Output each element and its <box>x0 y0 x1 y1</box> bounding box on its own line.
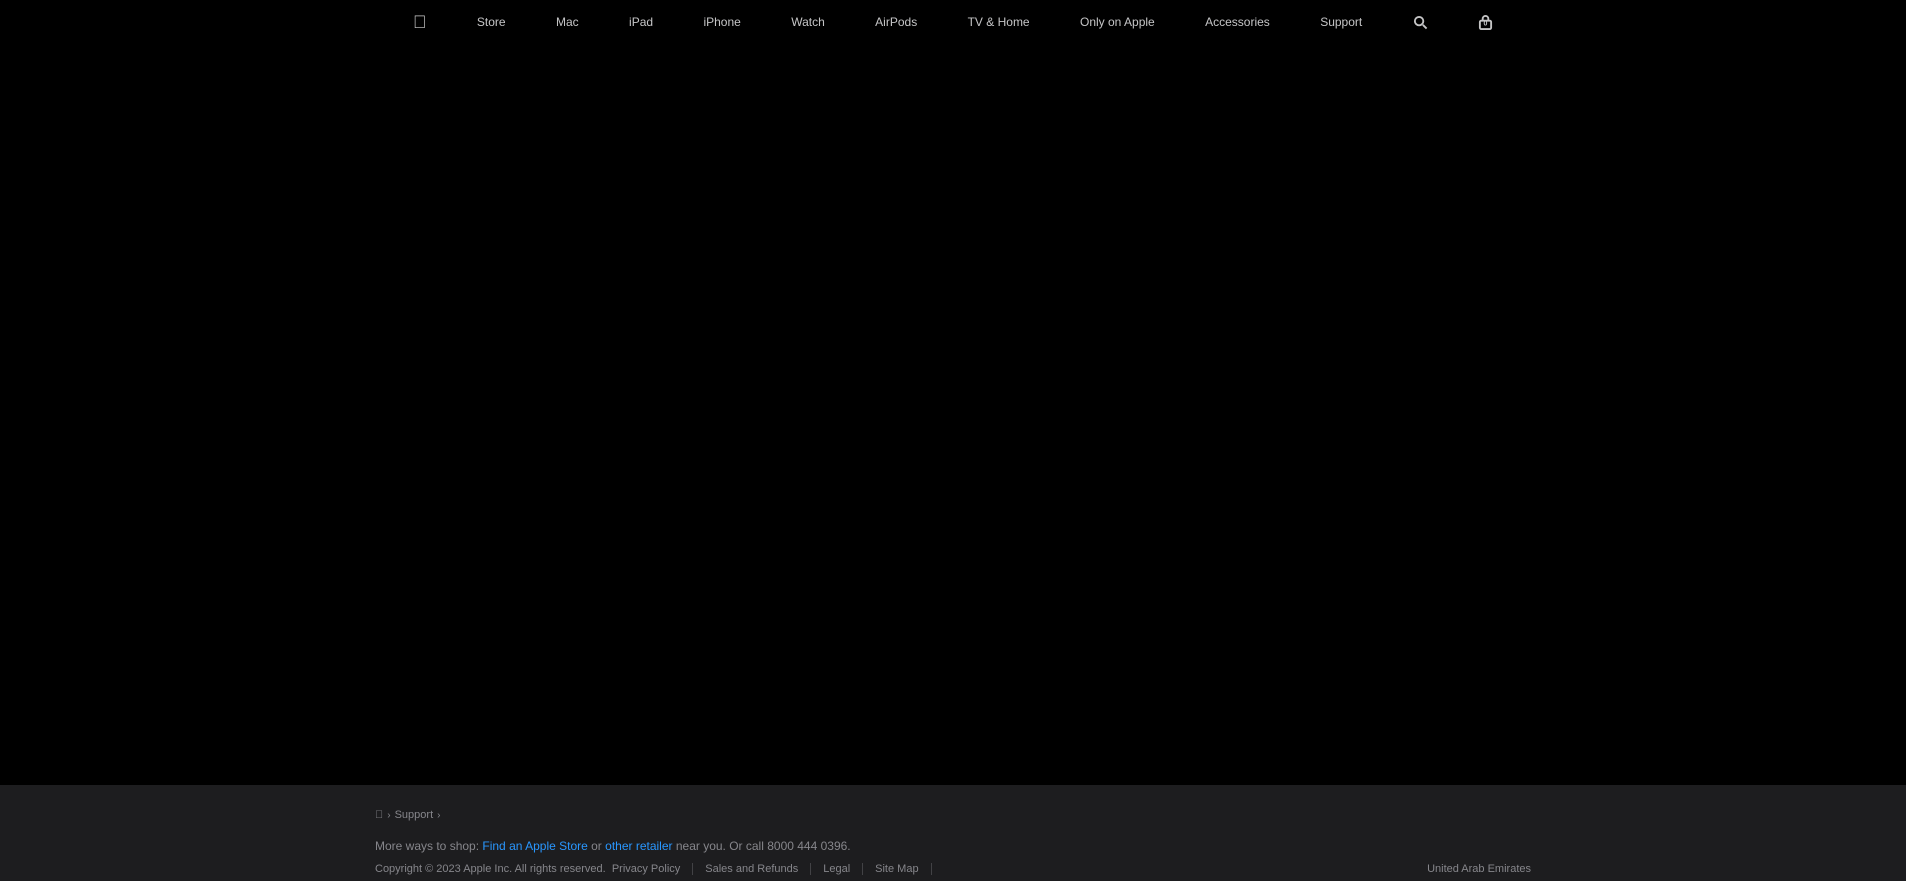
copyright-text: Copyright © 2023 Apple Inc. All rights r… <box>375 863 606 875</box>
find-apple-store-link[interactable]: Find an Apple Store <box>482 839 587 853</box>
nav-item-only-on-apple[interactable]: Only on Apple <box>1070 0 1165 44</box>
breadcrumb-home[interactable]:  <box>375 809 383 821</box>
main-content <box>0 44 1906 785</box>
nav-item-airpods[interactable]: AirPods <box>865 0 927 44</box>
nav-item-ipad[interactable]: iPad <box>619 0 663 44</box>
near-you-text: near you. Or call 8000 444 0396. <box>673 839 851 853</box>
breadcrumb-support[interactable]: Support <box>395 809 434 821</box>
other-retailer-link[interactable]: other retailer <box>605 839 672 853</box>
footer-country: United Arab Emirates <box>1427 863 1531 875</box>
more-ways-label: More ways to shop: <box>375 839 482 853</box>
footer-link-sitemap[interactable]: Site Map <box>875 863 931 875</box>
nav-item-watch[interactable]: Watch <box>781 0 835 44</box>
navbar:  Store Mac iPad iPhone Watch AirPods TV… <box>0 0 1906 44</box>
breadcrumb:  › Support › <box>0 801 1906 829</box>
bag-button[interactable]: 0 <box>1468 0 1503 44</box>
breadcrumb-chevron-2: › <box>437 810 440 821</box>
nav-item-tv-home[interactable]: TV & Home <box>958 0 1040 44</box>
footer-link-privacy[interactable]: Privacy Policy <box>612 863 693 875</box>
search-button[interactable] <box>1403 0 1438 44</box>
footer-link-legal[interactable]: Legal <box>823 863 863 875</box>
footer-shop-text: More ways to shop: Find an Apple Store o… <box>0 829 1906 857</box>
footer:  › Support › More ways to shop: Find an… <box>0 785 1906 881</box>
nav-item-store[interactable]: Store <box>467 0 516 44</box>
footer-links: Copyright © 2023 Apple Inc. All rights r… <box>0 857 1906 881</box>
nav-item-mac[interactable]: Mac <box>546 0 589 44</box>
search-icon <box>1413 15 1428 30</box>
nav-item-iphone[interactable]: iPhone <box>693 0 750 44</box>
nav-item-accessories[interactable]: Accessories <box>1195 0 1280 44</box>
or-text: or <box>588 839 605 853</box>
apple-logo-nav[interactable]:  <box>403 0 437 44</box>
nav-item-support[interactable]: Support <box>1310 0 1372 44</box>
bag-count: 0 <box>1484 21 1488 28</box>
footer-link-sales[interactable]: Sales and Refunds <box>705 863 811 875</box>
breadcrumb-chevron-1: › <box>387 810 390 821</box>
